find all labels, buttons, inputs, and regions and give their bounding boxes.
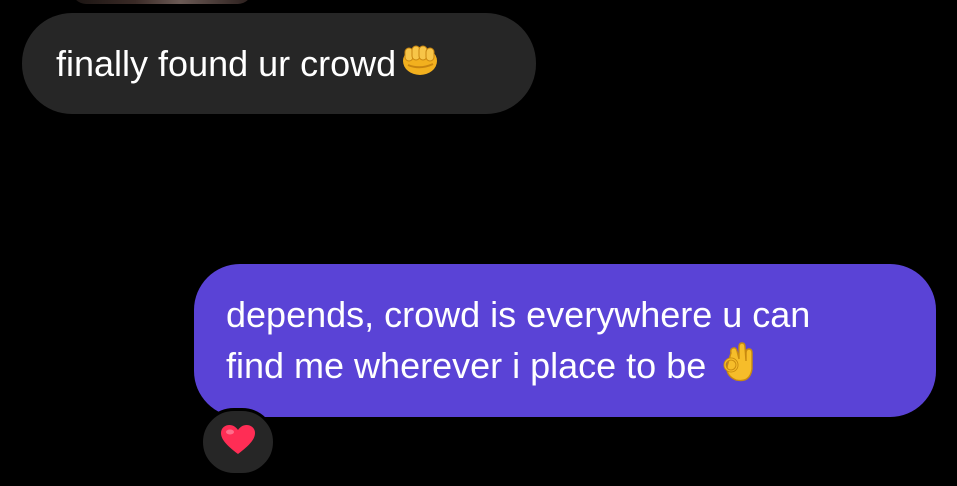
outgoing-message-bubble[interactable]: depends, crowd is everywhere u can find … <box>194 264 936 417</box>
message-reaction[interactable] <box>200 408 276 476</box>
ok-hand-icon <box>720 341 756 396</box>
incoming-message-text: finally found ur crowd <box>56 43 397 84</box>
incoming-message-bubble[interactable]: finally found ur crowd <box>22 13 536 114</box>
red-heart-icon <box>220 424 256 461</box>
outgoing-message-line: depends, crowd is everywhere u can <box>226 294 811 335</box>
fist-bump-icon <box>400 16 440 117</box>
outgoing-message-line: find me wherever i place to be <box>226 345 707 386</box>
avatar[interactable] <box>72 0 252 4</box>
